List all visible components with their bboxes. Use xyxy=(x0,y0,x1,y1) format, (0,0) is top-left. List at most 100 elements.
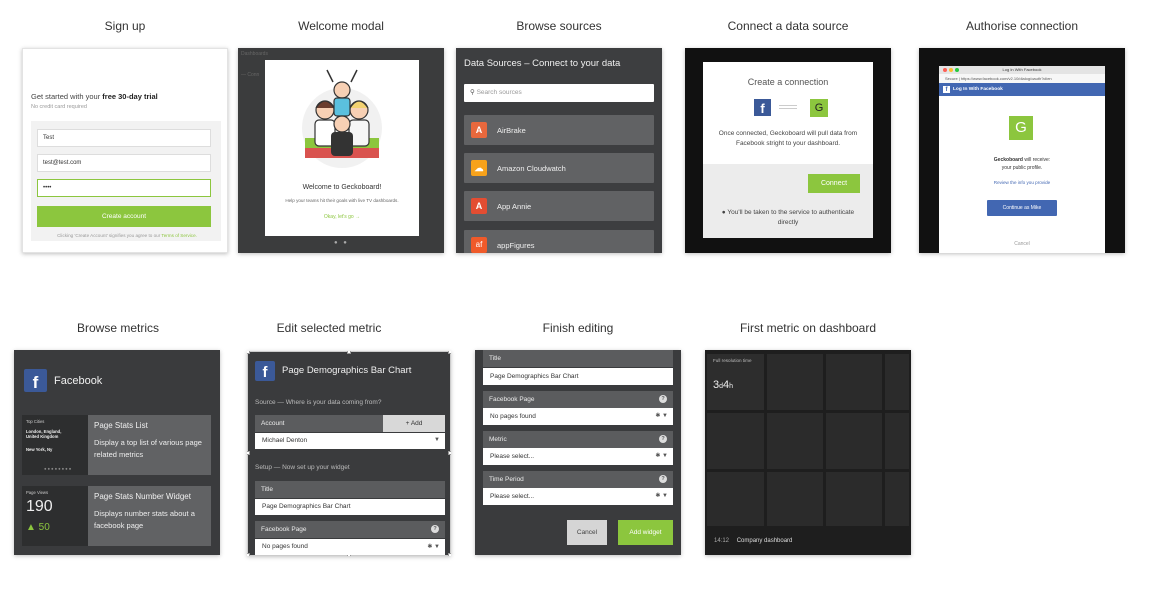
chevron-down-icon: ✱ ▼ xyxy=(427,544,440,550)
chevron-down-icon: ▼ xyxy=(434,437,440,443)
resize-handle[interactable] xyxy=(347,351,351,354)
metric-tile[interactable]: Full resolution time 3d4h xyxy=(707,354,764,410)
help-icon[interactable]: ? xyxy=(431,525,439,533)
metric-item-number-widget[interactable]: Page Views 190 ▲ 50 Page Stats Number Wi… xyxy=(22,486,211,546)
geckoboard-icon: G xyxy=(810,99,828,117)
address-bar[interactable]: Secure | https://www.facebook.com/v2.10/… xyxy=(939,74,1105,83)
background-text: Dashboards xyxy=(241,51,268,57)
signup-subline: No credit card required xyxy=(31,104,87,110)
review-info-link[interactable]: Review the info you provide xyxy=(939,180,1105,185)
resize-handle[interactable] xyxy=(247,451,250,455)
source-item-cloudwatch[interactable]: ☁ Amazon Cloudwatch xyxy=(464,153,654,183)
source-item-appfigures[interactable]: af appFigures xyxy=(464,230,654,253)
metrics-title: Facebook xyxy=(54,375,103,387)
label-dashboard: First metric on dashboard xyxy=(739,321,877,335)
help-icon[interactable]: ? xyxy=(659,395,667,403)
sources-title: Data Sources – Connect to your data xyxy=(464,58,621,69)
metric-item-page-stats-list[interactable]: Top Cities London, England, United Kingd… xyxy=(22,415,211,475)
widget-title: Page Demographics Bar Chart xyxy=(282,365,412,376)
label-authorise: Authorise connection xyxy=(965,19,1079,33)
continue-button[interactable]: Continue as Mike xyxy=(987,200,1057,216)
cloudwatch-icon: ☁ xyxy=(471,160,487,176)
create-account-button[interactable]: Create account xyxy=(37,206,211,227)
setup-section-heading: Setup — Now set up your widget xyxy=(255,464,350,471)
signup-form: Test test@test.com •••• Create account C… xyxy=(31,121,221,241)
dashboard-name: Company dashboard xyxy=(736,538,793,544)
chevron-down-icon: ✱ ▼ xyxy=(655,413,668,419)
empty-tile[interactable] xyxy=(707,472,764,526)
help-icon[interactable]: ? xyxy=(659,435,667,443)
window-titlebar: Log In With Facebook xyxy=(939,66,1105,74)
metric-select[interactable]: Please select... ✱ ▼ xyxy=(483,448,673,465)
terms-link[interactable]: Terms of Service. xyxy=(161,233,196,238)
add-widget-button[interactable]: Add widget xyxy=(618,520,673,545)
title-label: Title xyxy=(483,350,673,367)
help-icon[interactable]: ? xyxy=(659,475,667,483)
facebook-page-select[interactable]: No pages found ✱ ▼ xyxy=(483,408,673,425)
tile-value: 3d4h xyxy=(713,379,734,391)
connect-button[interactable]: Connect xyxy=(808,174,860,193)
terms-text: Clicking 'Create Account' signifies you … xyxy=(57,233,197,238)
cancel-link[interactable]: Cancel xyxy=(939,241,1105,247)
source-name: AirBrake xyxy=(497,126,526,135)
search-input[interactable]: ⚲ Search sources xyxy=(464,84,654,102)
chevron-down-icon: ✱ ▼ xyxy=(655,493,668,499)
cancel-button[interactable]: Cancel xyxy=(567,520,607,545)
label-connect: Connect a data source xyxy=(727,19,849,33)
preview-value: 190 xyxy=(26,498,53,515)
account-select[interactable]: Michael Denton ▼ xyxy=(255,433,445,449)
empty-tile[interactable] xyxy=(767,413,823,469)
add-account-button[interactable]: + Add xyxy=(383,415,445,432)
maximize-window-icon[interactable] xyxy=(955,68,959,72)
finish-card: Title Page Demographics Bar Chart Facebo… xyxy=(475,350,681,555)
empty-tile[interactable] xyxy=(826,354,882,410)
empty-tile[interactable] xyxy=(885,472,909,526)
resize-handle[interactable] xyxy=(247,553,250,556)
metric-title: Page Stats Number Widget xyxy=(94,492,191,501)
email-field[interactable]: test@test.com xyxy=(37,154,211,172)
title-input[interactable]: Page Demographics Bar Chart xyxy=(483,368,673,385)
empty-tile[interactable] xyxy=(767,354,823,410)
welcome-modal: Welcome to Geckoboard! Help your teams h… xyxy=(265,60,419,236)
resize-handle[interactable] xyxy=(448,451,451,455)
empty-tile[interactable] xyxy=(707,413,764,469)
password-field[interactable]: •••• xyxy=(37,179,211,197)
source-item-airbrake[interactable]: A AirBrake xyxy=(464,115,654,145)
pagination-dots[interactable]: ● ● xyxy=(334,240,349,246)
lets-go-link[interactable]: Okay, let's go → xyxy=(265,214,419,220)
label-finish: Finish editing xyxy=(542,321,614,335)
link-icon xyxy=(779,105,797,109)
preview-title: Page Views xyxy=(26,490,49,495)
empty-tile[interactable] xyxy=(826,413,882,469)
dashboard-grid: Full resolution time 3d4h xyxy=(707,354,909,526)
resize-handle[interactable] xyxy=(247,351,250,354)
time-period-select[interactable]: Please select... ✱ ▼ xyxy=(483,488,673,505)
empty-tile[interactable] xyxy=(885,413,909,469)
facebook-page-label: Facebook Page ? xyxy=(255,521,445,538)
geckoboard-app-icon: G xyxy=(1009,116,1033,140)
preview-line: United Kingdom xyxy=(26,434,59,439)
empty-tile[interactable] xyxy=(885,354,909,410)
source-item-appannie[interactable]: A App Annie xyxy=(464,191,654,221)
time-period-label: Time Period ? xyxy=(483,471,673,488)
empty-tile[interactable] xyxy=(767,472,823,526)
facebook-page-label: Facebook Page ? xyxy=(483,391,673,408)
connection-note: ● You'll be taken to the service to auth… xyxy=(721,209,855,227)
source-name: appFigures xyxy=(497,241,535,250)
facebook-page-select[interactable]: No pages found ✱ ▼ xyxy=(255,539,445,555)
resize-handle[interactable] xyxy=(448,553,451,556)
close-window-icon[interactable] xyxy=(943,68,947,72)
title-input[interactable]: Page Demographics Bar Chart xyxy=(255,499,445,515)
connection-title: Create a connection xyxy=(747,77,829,87)
source-section-heading: Source — Where is your data coming from? xyxy=(255,399,382,406)
minimize-window-icon[interactable] xyxy=(949,68,953,72)
connection-description: Once connected, Geckoboard will pull dat… xyxy=(718,130,858,148)
name-field[interactable]: Test xyxy=(37,129,211,147)
airbrake-icon: A xyxy=(471,122,487,138)
empty-tile[interactable] xyxy=(826,472,882,526)
signup-card: Get started with your free 30-day trial … xyxy=(22,48,228,253)
tile-title: Full resolution time xyxy=(713,358,752,363)
facebook-icon: f xyxy=(24,369,47,392)
dashboard-clock: 14:12 xyxy=(714,538,730,544)
resize-handle[interactable] xyxy=(448,351,451,354)
